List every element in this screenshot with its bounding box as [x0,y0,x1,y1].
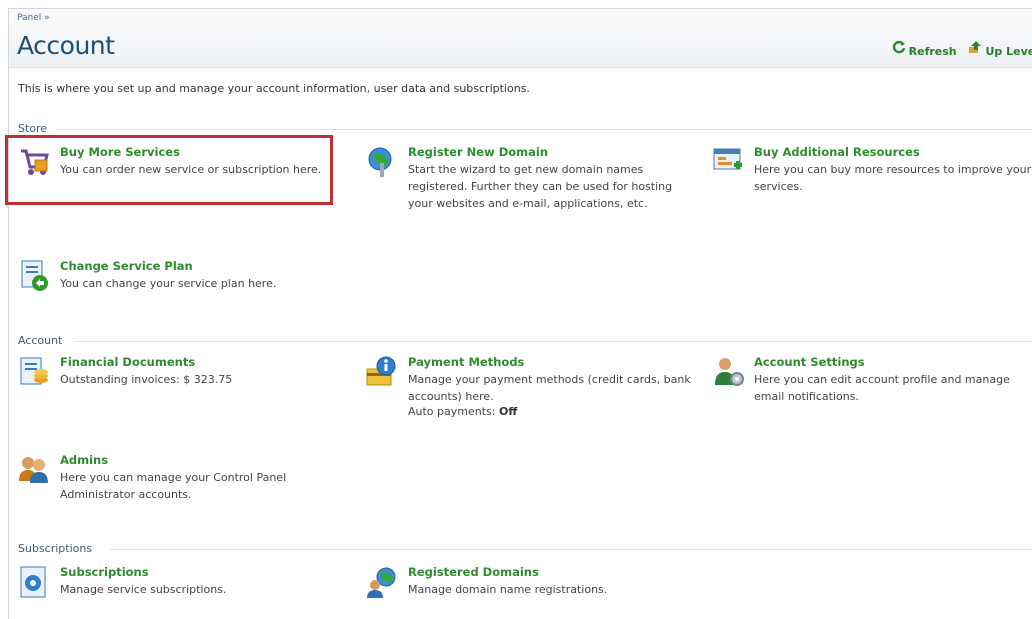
user-settings-icon [715,358,744,386]
highlight-box [5,135,333,205]
section-subscriptions-label: Subscriptions [18,542,93,555]
section-divider [74,341,1032,342]
section-account-label: Account [18,334,63,347]
admins-icon [19,457,48,483]
up-level-button[interactable]: Up Level [968,40,1032,58]
globe-wizard-icon [368,147,392,177]
account-page: Panel » Account Refresh Up Level This is… [8,8,1032,619]
item-description: You can change your service plan here. [60,277,277,290]
item-description: Manage service subscriptions. [60,583,227,596]
page-title: Account [17,31,115,60]
resources-window-icon [713,148,742,170]
item-title[interactable]: Account Settings [754,355,1032,369]
registered-domains-icon [367,567,396,598]
refresh-label: Refresh [908,44,957,58]
refresh-button[interactable]: Refresh [892,40,957,58]
item-description: Manage domain name registrations. [408,583,608,596]
section-divider [56,129,1032,130]
section-account: Account [18,334,1032,347]
item-title[interactable]: Register New Domain [408,145,696,159]
item-title[interactable]: Admins [60,453,343,467]
item-title[interactable]: Registered Domains [408,565,696,579]
payment-info-icon [366,356,396,386]
auto-payments-value: Off [498,405,518,418]
breadcrumb[interactable]: Panel » [17,13,50,23]
toolbar: Refresh Up Level [884,40,1032,58]
item-description: Here you can manage your Control Panel A… [60,471,287,501]
item-title[interactable]: Buy Additional Resources [754,145,1032,159]
page-header: Panel » Account Refresh Up Level [9,9,1032,68]
auto-payments-label: Auto payments: [408,405,496,418]
item-description: Here you can edit account profile and ma… [754,373,1010,403]
up-level-label: Up Level [985,44,1032,58]
refresh-icon [892,40,905,54]
item-description: Outstanding invoices: $ 323.75 [60,373,233,386]
item-title[interactable]: Subscriptions [60,565,343,579]
section-store: Store [18,122,1032,135]
item-title[interactable]: Change Service Plan [60,259,343,273]
up-level-icon [969,41,982,53]
subscriptions-icon [20,566,46,598]
item-title[interactable]: Payment Methods [408,355,696,369]
item-description: Start the wizard to get new domain names… [408,163,673,210]
financial-documents-icon [20,357,48,385]
auto-payments-row: Auto payments: Off [408,405,696,418]
section-divider [110,549,1032,550]
item-description: Manage your payment methods (credit card… [408,373,691,403]
section-store-label: Store [18,122,48,135]
section-subscriptions: Subscriptions [18,542,1032,555]
item-description: Here you can buy more resources to impro… [754,163,1032,193]
intro-text: This is where you set up and manage your… [18,82,530,95]
item-title[interactable]: Financial Documents [60,355,343,369]
change-plan-icon [21,260,48,291]
